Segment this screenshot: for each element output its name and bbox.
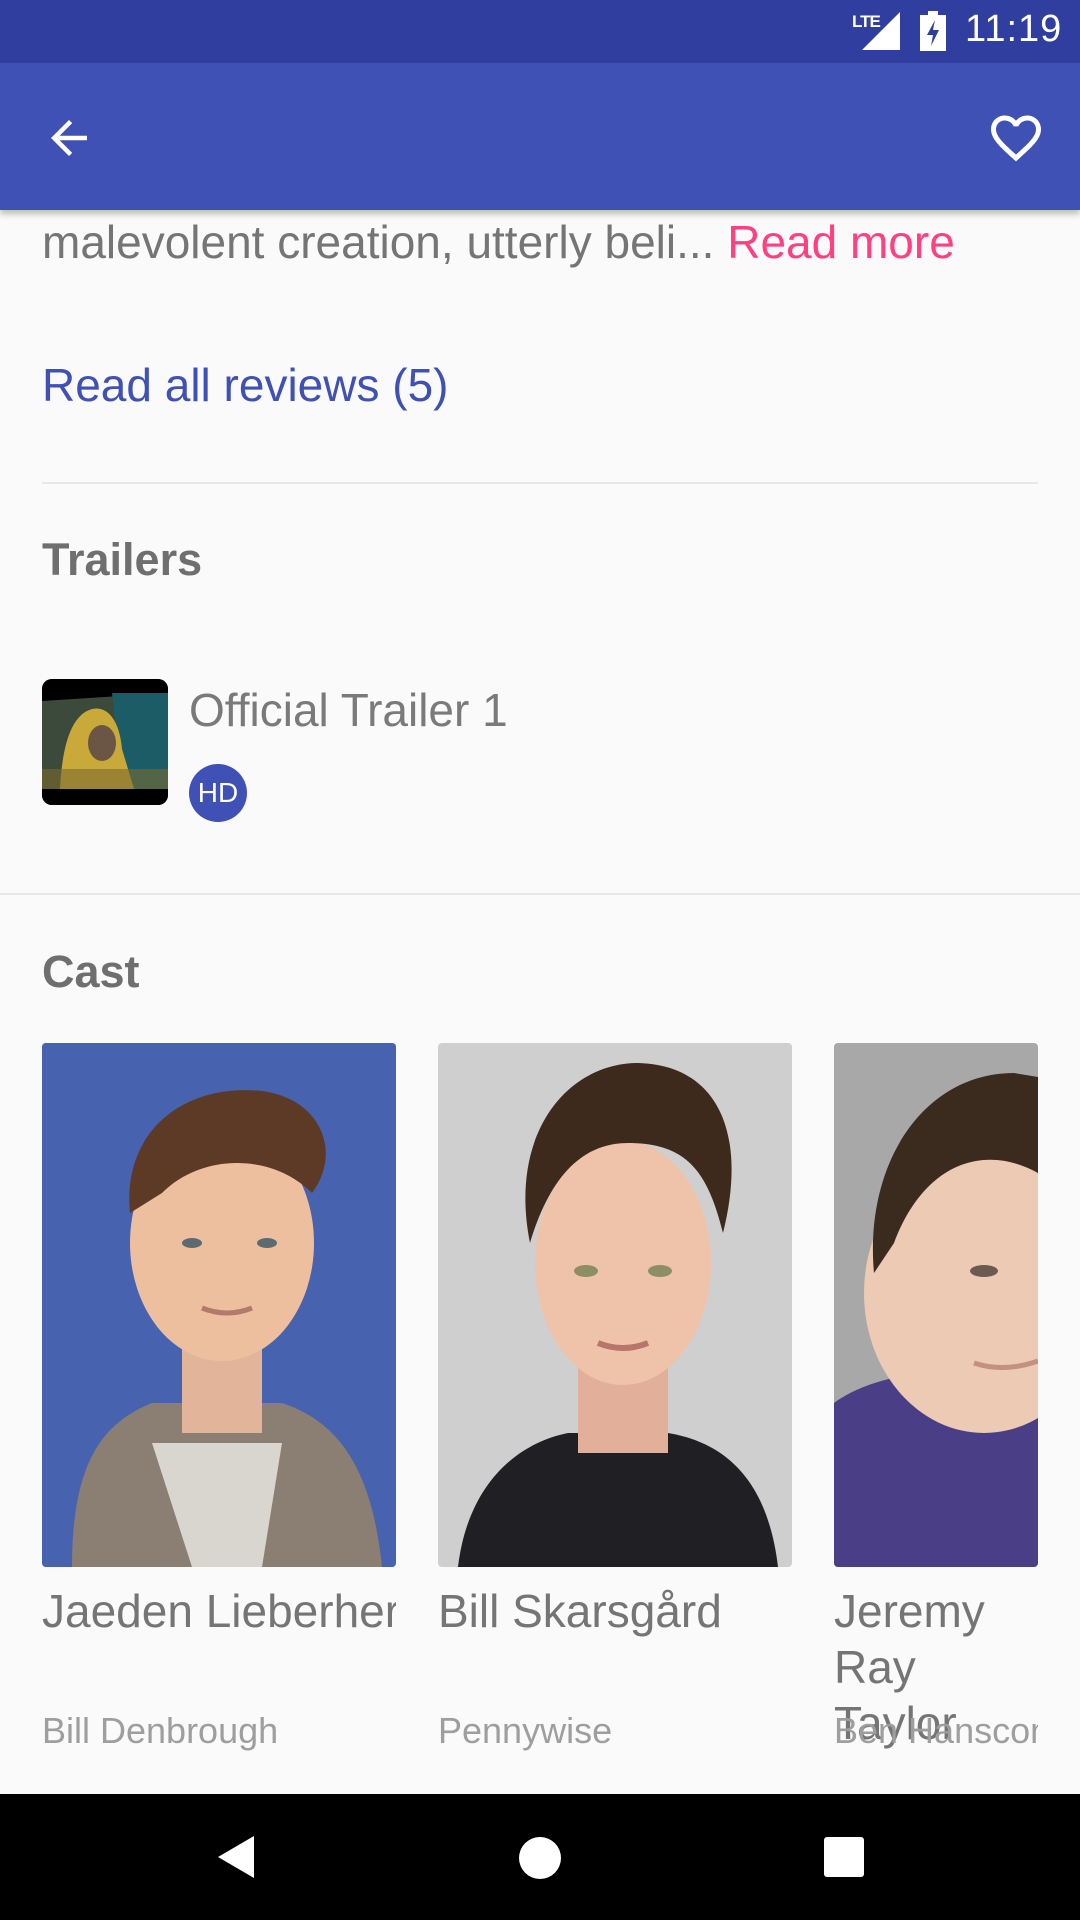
trailer-thumbnail[interactable] — [42, 679, 168, 805]
read-more-link[interactable]: Read more — [727, 216, 955, 268]
arrow-left-icon[interactable] — [42, 111, 96, 165]
cast-role: Bill Denbrough — [42, 1710, 279, 1751]
hd-badge: HD — [189, 764, 247, 822]
cast-photo-image — [834, 1043, 1038, 1567]
divider — [0, 893, 1080, 895]
cast-role: Ben Hanscom — [834, 1710, 1038, 1751]
trailers-section-title: Trailers — [42, 534, 203, 585]
triangle-back-icon[interactable] — [214, 1834, 258, 1880]
cast-section-title: Cast — [42, 946, 140, 997]
cast-name[interactable]: Jaeden Lieberher — [42, 1583, 396, 1639]
trailer-thumbnail-image — [42, 679, 168, 805]
heart-outline-icon[interactable] — [986, 108, 1046, 168]
status-bar: LTE 11:19 — [0, 0, 1080, 63]
trailer-title[interactable]: Official Trailer 1 — [189, 683, 508, 737]
overview-text: malevolent creation, utterly beli... Rea… — [42, 212, 955, 272]
overview-clipped-text: malevolent creation, utterly beli... — [42, 216, 715, 268]
cast-name[interactable]: Bill Skarsgård — [438, 1583, 792, 1639]
cast-photo-image — [438, 1043, 792, 1567]
status-time: 11:19 — [965, 8, 1063, 50]
movie-details-screen: LTE 11:19 malevolent creation, utterly b… — [0, 0, 1080, 1920]
divider — [42, 482, 1038, 484]
cast-photo-image — [42, 1043, 396, 1567]
cast-photo[interactable] — [834, 1043, 1038, 1567]
battery-charging-icon — [920, 11, 946, 51]
app-bar — [0, 63, 1080, 210]
cast-role: Pennywise — [438, 1710, 613, 1751]
system-navigation-bar — [0, 1794, 1080, 1920]
circle-home-icon[interactable] — [518, 1836, 562, 1880]
cast-photo[interactable] — [438, 1043, 792, 1567]
signal-icon — [862, 12, 900, 50]
square-recents-icon[interactable] — [824, 1837, 864, 1877]
cast-photo[interactable] — [42, 1043, 396, 1567]
read-all-reviews-link[interactable]: Read all reviews (5) — [42, 358, 448, 412]
